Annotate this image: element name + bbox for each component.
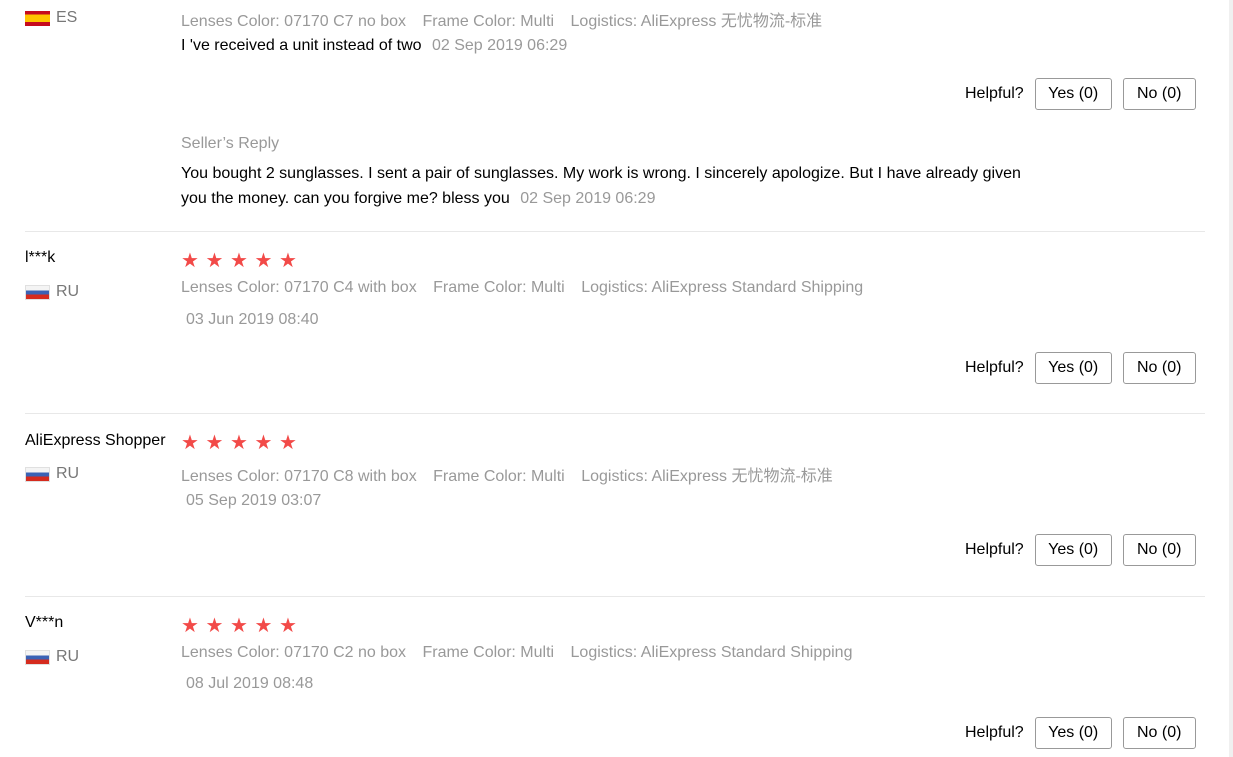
lenses-color: Lenses Color: 07170 C2 no box [181,644,407,661]
star-icon: ★ [230,615,248,637]
user-name: l***k [25,249,56,266]
star-icon: ★ [181,250,199,272]
star-icon: ★ [254,250,273,272]
star-rating: ★ ★ ★ ★ ★ [181,433,303,453]
star-icon: ★ [230,250,248,272]
country-code: RU [56,648,80,665]
seller-reply: You bought 2 sunglasses. I sent a pair o… [181,161,1021,211]
star-rating: ★ ★ ★ ★ ★ [181,616,303,636]
country: RU [25,283,79,301]
helpful-vote: Helpful? Yes (0) No (0) [965,717,1196,749]
helpful-yes-button[interactable]: Yes (0) [1034,78,1112,110]
helpful-label: Helpful? [965,85,1024,102]
helpful-vote: Helpful? Yes (0) No (0) [965,352,1196,384]
user-name: V***n [25,614,64,631]
russia-flag-icon [25,466,50,482]
divider [25,596,1205,597]
order-info: Lenses Color: 07170 C7 no box Frame Colo… [181,7,834,31]
helpful-vote: Helpful? Yes (0) No (0) [965,534,1196,566]
feedback-text: I 've received a unit instead of two 02 … [181,37,567,55]
helpful-yes-button[interactable]: Yes (0) [1034,534,1112,566]
seller-reply-date: 02 Sep 2019 06:29 [520,190,656,207]
logistics: Logistics: AliExpress Standard Shipping [581,279,864,296]
frame-color: Frame Color: Multi [422,644,555,661]
logistics: Logistics: AliExpress Standard Shipping [570,644,853,661]
order-info: Lenses Color: 07170 C4 with box Frame Co… [181,279,875,297]
review-date: 05 Sep 2019 03:07 [186,492,322,509]
star-icon: ★ [279,615,297,637]
seller-reply-label: Seller’s Reply [181,135,280,152]
spain-flag-icon [25,10,50,26]
star-icon: ★ [181,615,199,637]
helpful-label: Helpful? [965,541,1024,558]
review-date: 08 Jul 2019 08:48 [186,675,314,692]
russia-flag-icon [25,284,50,300]
logistics: Logistics: AliExpress 无忧物流-标准 [570,13,823,30]
lenses-color: Lenses Color: 07170 C8 with box [181,468,417,485]
lenses-color: Lenses Color: 07170 C4 with box [181,279,417,296]
star-icon: ★ [230,432,248,454]
order-info: Lenses Color: 07170 C2 no box Frame Colo… [181,644,864,662]
helpful-label: Helpful? [965,359,1024,376]
star-icon: ★ [205,432,224,454]
country: RU [25,465,79,483]
helpful-yes-button[interactable]: Yes (0) [1034,352,1112,384]
order-info: Lenses Color: 07170 C8 with box Frame Co… [181,462,845,486]
frame-color: Frame Color: Multi [433,468,565,485]
country-code: RU [56,283,80,300]
helpful-no-button[interactable]: No (0) [1122,717,1196,749]
helpful-no-button[interactable]: No (0) [1122,352,1196,384]
country: RU [25,648,79,666]
star-icon: ★ [181,432,199,454]
scrollbar[interactable] [1229,0,1233,757]
frame-color: Frame Color: Multi [433,279,565,296]
feedback-date: 02 Sep 2019 06:29 [431,37,568,54]
user-name: AliExpress Shopper [25,432,166,449]
star-icon: ★ [254,615,273,637]
star-rating: ★ ★ ★ ★ ★ [181,251,303,271]
star-icon: ★ [205,250,224,272]
helpful-label: Helpful? [965,724,1024,741]
helpful-yes-button[interactable]: Yes (0) [1034,717,1112,749]
feedback-content: I 've received a unit instead of two [181,37,422,54]
star-icon: ★ [254,432,273,454]
helpful-no-button[interactable]: No (0) [1122,78,1196,110]
divider [25,413,1205,414]
lenses-color: Lenses Color: 07170 C7 no box [181,13,407,30]
frame-color: Frame Color: Multi [422,13,555,30]
helpful-no-button[interactable]: No (0) [1122,534,1196,566]
divider [25,231,1205,232]
star-icon: ★ [279,432,297,454]
country: ES [25,9,77,27]
country-code: ES [56,9,78,26]
logistics: Logistics: AliExpress 无忧物流-标准 [581,468,833,485]
review-date: 03 Jun 2019 08:40 [186,311,319,328]
star-icon: ★ [279,250,297,272]
russia-flag-icon [25,649,50,665]
country-code: RU [56,465,80,482]
star-icon: ★ [205,615,224,637]
helpful-vote: Helpful? Yes (0) No (0) [965,78,1196,110]
